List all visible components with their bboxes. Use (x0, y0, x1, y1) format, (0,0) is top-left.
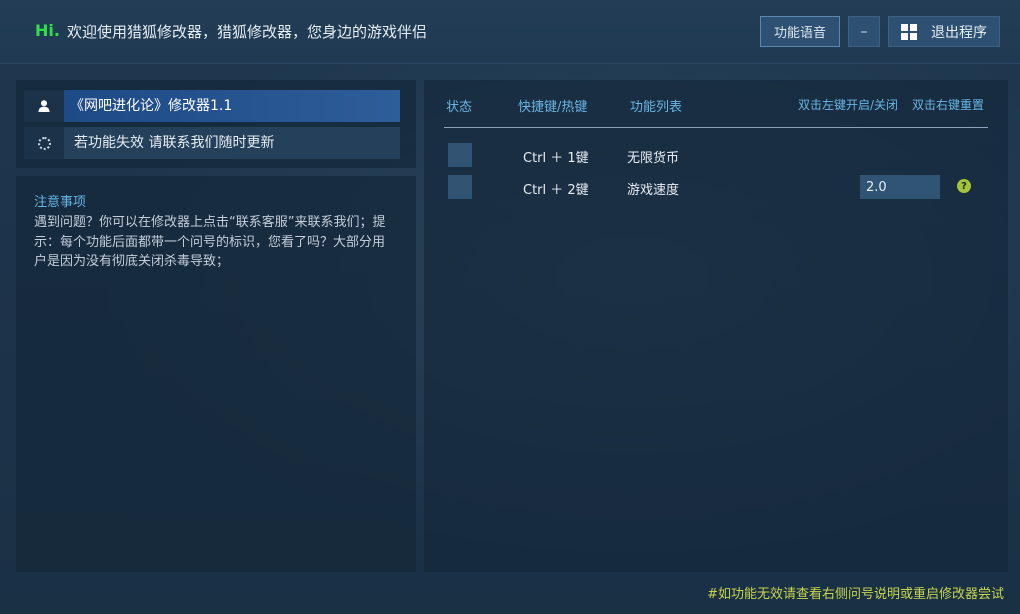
feature-table: 状态 快捷键/热键 功能列表 双击左键开启/关闭 双击右键重置 Ctrl ＋ 1… (424, 80, 1008, 572)
help-icon[interactable]: ? (957, 179, 971, 193)
voice-button[interactable]: 功能语音 (760, 16, 840, 47)
row-hotkey: Ctrl ＋ 2键 (523, 183, 589, 198)
header-right-dblclick: 双击右键重置 (912, 98, 985, 112)
user-icon (24, 90, 64, 122)
update-tip-text: 若功能失效 请联系我们随时更新 (74, 135, 275, 151)
header-status: 状态 (446, 100, 473, 115)
hi-logo: Hi. (35, 21, 60, 40)
trainer-title: 《网吧进化论》修改器1.1 (64, 90, 400, 122)
trainer-title-row[interactable]: 《网吧进化论》修改器1.1 (24, 90, 400, 122)
footer-note: #如功能无效请查看右侧问号说明或重启修改器尝试 (707, 587, 1004, 602)
exit-button-label: 退出程序 (931, 24, 987, 41)
windows-icon (901, 23, 917, 40)
notes-body: 遇到问题？你可以在修改器上点击“联系客服”来联系我们；提示：每个功能后面都带一个… (34, 215, 386, 269)
voice-button-label: 功能语音 (773, 26, 826, 41)
title-bar: Hi. 欢迎使用猎狐修改器，猎狐修改器，您身边的游戏伴侣 功能语音 – 退出程序 (0, 0, 1020, 64)
header-divider (444, 127, 988, 128)
notes-title: 注意事项 (34, 195, 87, 210)
spinner-icon-box (24, 127, 64, 159)
table-row[interactable]: Ctrl ＋ 1键 无限货币 (424, 143, 1008, 167)
trainer-info-panel: 《网吧进化论》修改器1.1 若功能失效 请联系我们随时更新 (16, 80, 416, 168)
status-checkbox[interactable] (448, 143, 472, 167)
minimize-button[interactable]: – (848, 16, 880, 47)
speed-value-input[interactable] (860, 175, 940, 199)
update-tip-row[interactable]: 若功能失效 请联系我们随时更新 (24, 127, 400, 159)
status-checkbox[interactable] (448, 175, 472, 199)
row-feature-name: 游戏速度 (627, 183, 680, 198)
welcome-text: 欢迎使用猎狐修改器，猎狐修改器，您身边的游戏伴侣 (67, 23, 428, 41)
header-features: 功能列表 (630, 100, 683, 115)
spinner-icon (37, 136, 51, 150)
exit-button[interactable]: 退出程序 (888, 16, 1000, 47)
header-left-dblclick: 双击左键开启/关闭 (798, 98, 899, 112)
minimize-icon: – (860, 23, 868, 40)
notes-panel: 注意事项 遇到问题？你可以在修改器上点击“联系客服”来联系我们；提示：每个功能后… (16, 176, 416, 572)
table-row[interactable]: Ctrl ＋ 2键 游戏速度 ? (424, 175, 1008, 199)
row-hotkey: Ctrl ＋ 1键 (523, 151, 589, 166)
row-feature-name: 无限货币 (627, 151, 680, 166)
header-hotkey: 快捷键/热键 (518, 100, 588, 115)
